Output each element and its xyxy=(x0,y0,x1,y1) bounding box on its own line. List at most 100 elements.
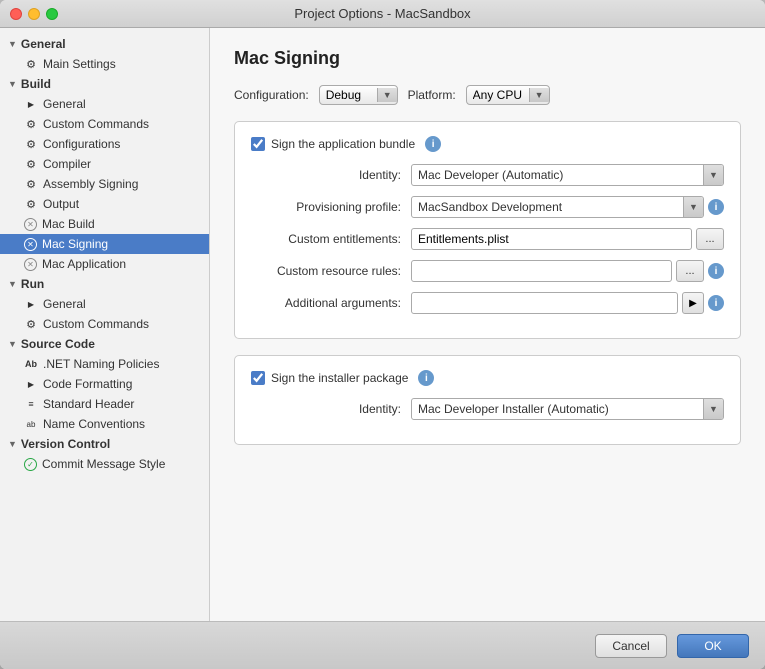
identity-dropdown-arrow[interactable]: ▼ xyxy=(703,164,723,186)
sign-installer-checkbox[interactable] xyxy=(251,371,265,385)
sign-installer-checkbox-row: Sign the installer package i xyxy=(251,370,724,386)
arrow-right-icon: ▶ xyxy=(24,300,38,309)
minimize-button[interactable] xyxy=(28,8,40,20)
custom-entitlements-browse-button[interactable]: ... xyxy=(696,228,724,250)
arrow-right-icon: ▶ xyxy=(24,100,38,109)
platform-label: Platform: xyxy=(408,88,456,102)
main-panel: Mac Signing Configuration: Debug Release… xyxy=(210,28,765,621)
additional-args-info-icon[interactable]: i xyxy=(708,295,724,311)
sidebar-item-code-formatting[interactable]: ▶ Code Formatting xyxy=(0,374,209,394)
installer-identity-row: Identity: Mac Developer Installer (Autom… xyxy=(251,398,724,420)
platform-select[interactable]: Any CPU x86 x64 xyxy=(467,86,529,104)
sidebar-item-mac-build[interactable]: ✕ Mac Build xyxy=(0,214,209,234)
sidebar-item-run-custom-commands[interactable]: Custom Commands xyxy=(0,314,209,334)
sign-bundle-section: Sign the application bundle i Identity: … xyxy=(234,121,741,339)
sidebar-section-source-code[interactable]: ▼ Source Code xyxy=(0,334,209,354)
installer-identity-dropdown[interactable]: Mac Developer Installer (Automatic) ▼ xyxy=(411,398,724,420)
sidebar-item-configurations[interactable]: Configurations xyxy=(0,134,209,154)
installer-identity-label: Identity: xyxy=(251,402,411,416)
sidebar-section-general-label: General xyxy=(21,37,66,51)
x-circle-icon: ✕ xyxy=(24,238,37,251)
sidebar-item-label: Code Formatting xyxy=(43,377,132,391)
sidebar-item-label: .NET Naming Policies xyxy=(43,357,159,371)
sign-bundle-checkbox[interactable] xyxy=(251,137,265,151)
x-circle-icon: ✕ xyxy=(24,218,37,231)
sign-bundle-label: Sign the application bundle xyxy=(271,137,415,151)
check-circle-icon: ✓ xyxy=(24,458,37,471)
cancel-button[interactable]: Cancel xyxy=(595,634,667,658)
custom-resource-browse-button[interactable]: ... xyxy=(676,260,704,282)
sidebar-section-version-control[interactable]: ▼ Version Control xyxy=(0,434,209,454)
sidebar-item-standard-header[interactable]: ≡ Standard Header xyxy=(0,394,209,414)
sidebar-item-name-conventions[interactable]: ab Name Conventions xyxy=(0,414,209,434)
custom-entitlements-label: Custom entitlements: xyxy=(251,232,411,246)
custom-resource-row: Custom resource rules: ... i xyxy=(251,260,724,282)
title-bar: Project Options - MacSandbox xyxy=(0,0,765,28)
arrow-down-icon: ▼ xyxy=(8,439,17,449)
gear-icon xyxy=(24,198,38,211)
custom-resource-info-icon[interactable]: i xyxy=(708,263,724,279)
sidebar-section-run-label: Run xyxy=(21,277,44,291)
sidebar-item-custom-commands[interactable]: Custom Commands xyxy=(0,114,209,134)
gear-icon xyxy=(24,158,38,171)
sidebar-section-source-code-label: Source Code xyxy=(21,337,95,351)
sign-installer-section: Sign the installer package i Identity: M… xyxy=(234,355,741,445)
identity-dropdown[interactable]: Mac Developer (Automatic) ▼ xyxy=(411,164,724,186)
sidebar-item-label: General xyxy=(43,297,86,311)
provisioning-label: Provisioning profile: xyxy=(251,200,411,214)
installer-identity-value: Mac Developer Installer (Automatic) xyxy=(412,400,703,418)
sidebar-item-output[interactable]: Output xyxy=(0,194,209,214)
sidebar-item-label: Configurations xyxy=(43,137,120,151)
sidebar-item-label: Commit Message Style xyxy=(42,457,165,471)
arrow-down-icon: ▼ xyxy=(8,39,17,49)
sidebar-item-main-settings[interactable]: Main Settings xyxy=(0,54,209,74)
gear-icon xyxy=(24,138,38,151)
sign-installer-label: Sign the installer package xyxy=(271,371,408,385)
identity-row: Identity: Mac Developer (Automatic) ▼ xyxy=(251,164,724,186)
close-button[interactable] xyxy=(10,8,22,20)
maximize-button[interactable] xyxy=(46,8,58,20)
config-select[interactable]: Debug Release xyxy=(320,86,377,104)
provisioning-info-icon[interactable]: i xyxy=(708,199,724,215)
additional-args-row: Additional arguments: ▶ i xyxy=(251,292,724,314)
window: Project Options - MacSandbox ▼ General M… xyxy=(0,0,765,669)
gear-icon xyxy=(24,178,38,191)
sidebar-section-run[interactable]: ▼ Run xyxy=(0,274,209,294)
additional-args-label: Additional arguments: xyxy=(251,296,411,310)
gear-icon xyxy=(24,318,38,331)
platform-select-wrapper[interactable]: Any CPU x86 x64 ▼ xyxy=(466,85,550,105)
sidebar-item-net-naming[interactable]: Ab .NET Naming Policies xyxy=(0,354,209,374)
provisioning-dropdown[interactable]: MacSandbox Development ▼ xyxy=(411,196,704,218)
sidebar-item-run-general[interactable]: ▶ General xyxy=(0,294,209,314)
sidebar-section-general[interactable]: ▼ General xyxy=(0,34,209,54)
config-select-wrapper[interactable]: Debug Release ▼ xyxy=(319,85,398,105)
sidebar-item-mac-signing[interactable]: ✕ Mac Signing xyxy=(0,234,209,254)
additional-args-input[interactable] xyxy=(411,292,678,314)
installer-identity-dropdown-arrow[interactable]: ▼ xyxy=(703,398,723,420)
ab-small-icon: ab xyxy=(24,420,38,429)
platform-select-arrow-icon: ▼ xyxy=(529,88,549,102)
sidebar-item-general[interactable]: ▶ General xyxy=(0,94,209,114)
custom-entitlements-input[interactable] xyxy=(411,228,692,250)
sign-bundle-info-icon[interactable]: i xyxy=(425,136,441,152)
identity-value: Mac Developer (Automatic) xyxy=(412,166,703,184)
identity-label: Identity: xyxy=(251,168,411,182)
sidebar-item-label: Main Settings xyxy=(43,57,116,71)
sidebar: ▼ General Main Settings ▼ Build ▶ Genera… xyxy=(0,28,210,621)
ab-icon: Ab xyxy=(24,359,38,369)
sign-installer-info-icon[interactable]: i xyxy=(418,370,434,386)
sidebar-item-compiler[interactable]: Compiler xyxy=(0,154,209,174)
provisioning-dropdown-arrow[interactable]: ▼ xyxy=(683,196,703,218)
custom-resource-input[interactable] xyxy=(411,260,672,282)
additional-args-play-button[interactable]: ▶ xyxy=(682,292,704,314)
sidebar-section-build[interactable]: ▼ Build xyxy=(0,74,209,94)
provisioning-value: MacSandbox Development xyxy=(412,198,683,216)
sidebar-item-commit-message[interactable]: ✓ Commit Message Style xyxy=(0,454,209,474)
config-label: Configuration: xyxy=(234,88,309,102)
ok-button[interactable]: OK xyxy=(677,634,749,658)
sidebar-item-assembly-signing[interactable]: Assembly Signing xyxy=(0,174,209,194)
sidebar-item-mac-application[interactable]: ✕ Mac Application xyxy=(0,254,209,274)
arrow-down-icon: ▼ xyxy=(8,79,17,89)
page-title: Mac Signing xyxy=(234,48,741,69)
sidebar-item-label: Custom Commands xyxy=(43,117,149,131)
